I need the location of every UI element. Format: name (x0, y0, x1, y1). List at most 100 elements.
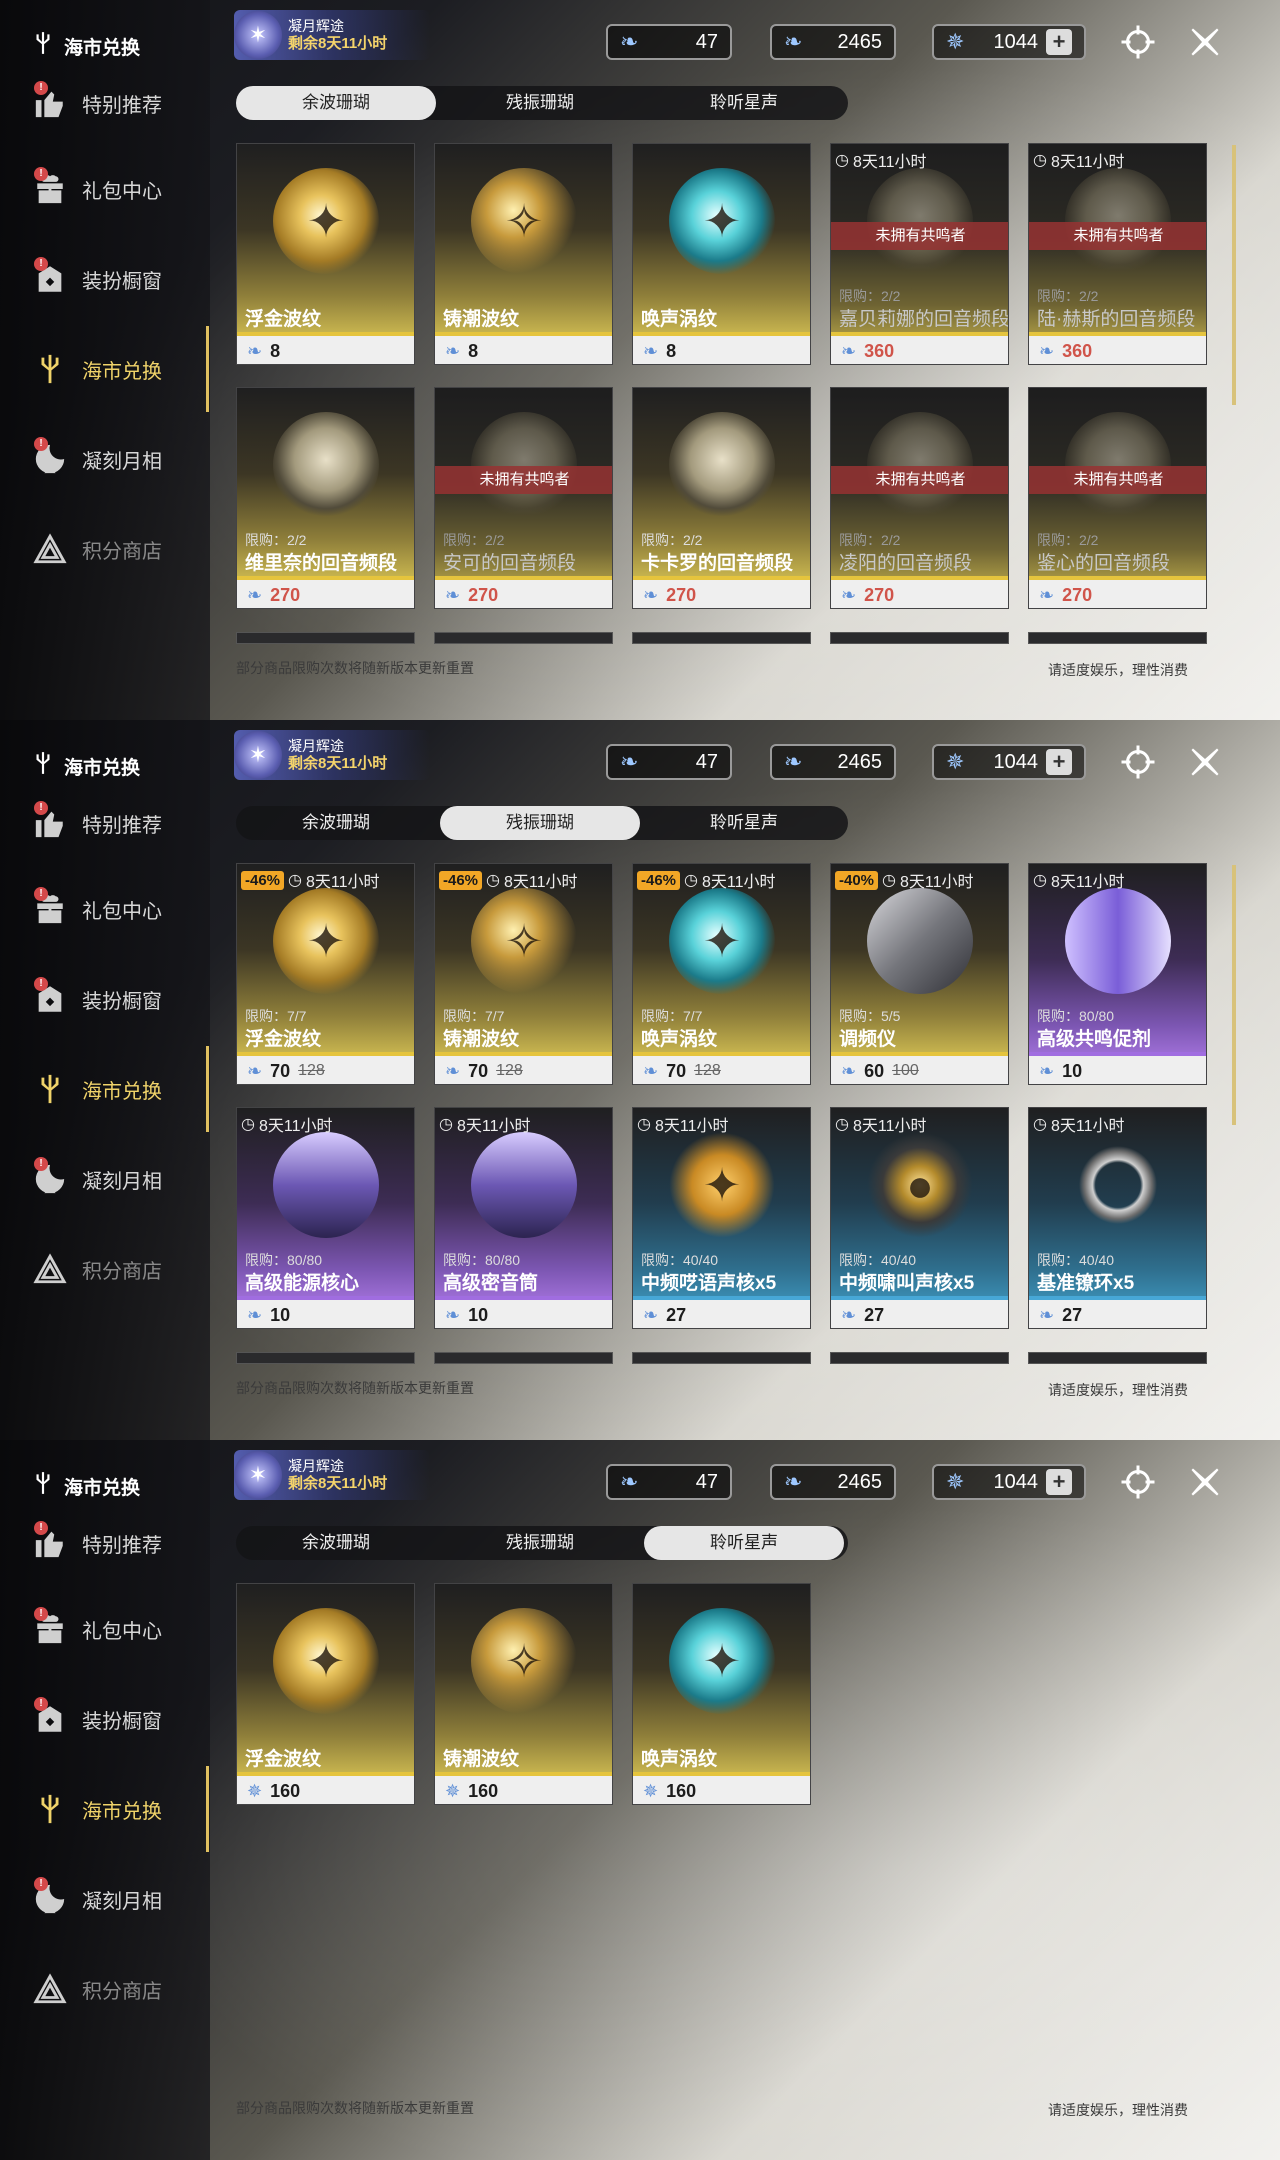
shop-item-card[interactable]: -40% ◷ 8天11小时 限购：5/5 调频仪 ❧ 60 100 (830, 863, 1009, 1085)
not-owned-ribbon: 未拥有共鸣者 (1029, 222, 1206, 250)
event-banner[interactable]: ✶ 凝月辉途 剩余8天11小时 (234, 730, 430, 780)
shop-item-card[interactable]: ◷ 8天11小时 限购：80/80 高级能源核心 ❧ 10 (236, 1107, 415, 1329)
crosshair-button[interactable] (1118, 744, 1158, 784)
item-name: 唤声涡纹 (641, 1749, 718, 1770)
shop-item-card[interactable]: ◷ 8天11小时 未拥有共鸣者 限购：2/2 陆·赫斯的回音频段 ❧ 360 (1028, 143, 1207, 365)
sidebar-item-4[interactable]: 海市兑换 (0, 334, 210, 404)
sidebar-item-5[interactable]: ! 凝刻月相 (0, 424, 210, 494)
shop-item-card[interactable]: ✦ 浮金波纹 ✵ 160 (236, 1583, 415, 1805)
sidebar-item-2[interactable]: ! 礼包中心 (0, 874, 210, 944)
sidebar: 海市兑换! 特别推荐! 礼包中心! 装扮橱窗 海市兑换! 凝刻月相 积分商店 (0, 0, 210, 720)
crosshair-icon (1120, 744, 1156, 785)
sidebar-item-1[interactable]: ! 特别推荐 (0, 68, 210, 138)
sidebar-item-5[interactable]: ! 凝刻月相 (0, 1144, 210, 1214)
next-row-card[interactable] (830, 1352, 1009, 1364)
shop-screen-2: 海市兑换! 特别推荐! 礼包中心! 装扮橱窗 海市兑换! 凝刻月相 积分商店 ✶ 凝月辉途 剩余8… (0, 720, 1280, 1440)
event-remaining: 剩余8天11小时 (288, 1475, 388, 1492)
sidebar-item-2[interactable]: ! 礼包中心 (0, 1594, 210, 1664)
next-row-card[interactable] (632, 1352, 811, 1364)
sidebar-item-3[interactable]: ! 装扮橱窗 (0, 1684, 210, 1754)
shop-item-card[interactable]: 未拥有共鸣者 限购：2/2 鉴心的回音频段 ❧ 270 (1028, 387, 1207, 609)
tab-3[interactable]: 聆听星声 (644, 806, 844, 840)
shop-item-card[interactable]: ◷ 8天11小时 限购：40/40 基准镣环x5 ❧ 27 (1028, 1107, 1207, 1329)
event-banner[interactable]: ✶ 凝月辉途 剩余8天11小时 (234, 10, 430, 60)
close-button[interactable] (1185, 744, 1225, 784)
tab-1[interactable]: 余波珊瑚 (236, 1526, 436, 1560)
add-currency-button[interactable]: + (1046, 1469, 1072, 1495)
sidebar-item-4[interactable]: 海市兑换 (0, 1054, 210, 1124)
sidebar-item-2[interactable]: ! 礼包中心 (0, 154, 210, 224)
tab-3[interactable]: 聆听星声 (644, 1526, 844, 1560)
tab-bar: 余波珊瑚 残振珊瑚 聆听星声 (236, 1526, 848, 1560)
next-row-card[interactable] (434, 1352, 613, 1364)
purchase-limit: 限购：2/2 (839, 532, 901, 548)
shop-item-card[interactable]: ✦ -46% ◷ 8天11小时 限购：7/7 唤声涡纹 ❧ 70 128 (632, 863, 811, 1085)
price-value: 270 (1062, 584, 1093, 605)
shop-item-card[interactable]: 未拥有共鸣者 限购：2/2 凌阳的回音频段 ❧ 270 (830, 387, 1009, 609)
scrollbar[interactable] (1232, 145, 1236, 405)
item-glyph-icon: ✧ (504, 1635, 544, 1687)
shop-item-card[interactable]: ◷ 8天11小时 限购：80/80 高级共鸣促剂 ❧ 10 (1028, 863, 1207, 1085)
sidebar-item-6[interactable]: 积分商店 (0, 1234, 210, 1304)
next-row-card[interactable] (632, 632, 811, 644)
price-value: 27 (864, 1304, 885, 1325)
item-price: ✵ 160 (633, 1776, 810, 1804)
shop-item-card[interactable]: ✧ 铸潮波纹 ✵ 160 (434, 1583, 613, 1805)
shop-item-card[interactable]: ✧ 铸潮波纹 ❧ 8 (434, 143, 613, 365)
oscillated-coral-icon: ❧ (784, 1469, 803, 1494)
astrite-icon: ✵ (247, 1780, 263, 1801)
sidebar-item-1[interactable]: ! 特别推荐 (0, 788, 210, 858)
currency-2: ❧ 2465 (770, 24, 896, 60)
item-price: ❧ 70 128 (633, 1056, 810, 1084)
item-timer: ◷ 8天11小时 (637, 1112, 728, 1136)
next-row-card[interactable] (236, 1352, 415, 1364)
currency-3: ✵ 1044 + (932, 1464, 1086, 1500)
purchase-limit: 限购：2/2 (839, 288, 901, 304)
close-button[interactable] (1185, 1464, 1225, 1504)
sidebar-item-5[interactable]: ! 凝刻月相 (0, 1864, 210, 1934)
next-row-card[interactable] (1028, 1352, 1207, 1364)
tab-2[interactable]: 残振珊瑚 (440, 1526, 640, 1560)
next-row-card[interactable] (830, 632, 1009, 644)
shop-item-card[interactable]: 限购：2/2 维里奈的回音频段 ❧ 270 (236, 387, 415, 609)
item-image: ✦ (273, 1608, 379, 1714)
crosshair-button[interactable] (1118, 1464, 1158, 1504)
sidebar-item-6[interactable]: 积分商店 (0, 1954, 210, 2024)
tab-2[interactable]: 残振珊瑚 (440, 806, 640, 840)
add-currency-button[interactable]: + (1046, 749, 1072, 775)
sidebar: 海市兑换! 特别推荐! 礼包中心! 装扮橱窗 海市兑换! 凝刻月相 积分商店 (0, 720, 210, 1440)
not-owned-ribbon: 未拥有共鸣者 (1029, 466, 1206, 494)
event-banner[interactable]: ✶ 凝月辉途 剩余8天11小时 (234, 1450, 430, 1500)
tab-2[interactable]: 残振珊瑚 (440, 86, 640, 120)
shop-item-card[interactable]: 限购：2/2 卡卡罗的回音频段 ❧ 270 (632, 387, 811, 609)
currency-amount: 2465 (838, 751, 883, 774)
shop-item-card[interactable]: ● ◷ 8天11小时 限购：40/40 中频啸叫声核x5 ❧ 27 (830, 1107, 1009, 1329)
next-row-card[interactable] (434, 632, 613, 644)
coral-icon: ❧ (841, 1304, 857, 1325)
sidebar-item-3[interactable]: ! 装扮橱窗 (0, 244, 210, 314)
crosshair-button[interactable] (1118, 24, 1158, 64)
next-row-card[interactable] (236, 632, 415, 644)
scrollbar[interactable] (1232, 865, 1236, 1125)
tab-1[interactable]: 余波珊瑚 (236, 806, 436, 840)
shop-item-card[interactable]: ◷ 8天11小时 未拥有共鸣者 限购：2/2 嘉贝莉娜的回音频段 ❧ 360 (830, 143, 1009, 365)
shop-item-card[interactable]: ✦ ◷ 8天11小时 限购：40/40 中频呓语声核x5 ❧ 27 (632, 1107, 811, 1329)
add-currency-button[interactable]: + (1046, 29, 1072, 55)
tab-1[interactable]: 余波珊瑚 (236, 86, 436, 120)
next-row-card[interactable] (1028, 632, 1207, 644)
shop-item-card[interactable]: ✧ -46% ◷ 8天11小时 限购：7/7 铸潮波纹 ❧ 70 128 (434, 863, 613, 1085)
close-button[interactable] (1185, 24, 1225, 64)
shop-item-card[interactable]: ✦ 唤声涡纹 ✵ 160 (632, 1583, 811, 1805)
shop-item-card[interactable]: 未拥有共鸣者 限购：2/2 安可的回音频段 ❧ 270 (434, 387, 613, 609)
coral-icon (30, 1069, 70, 1109)
item-name: 铸潮波纹 (443, 1749, 520, 1770)
sidebar-item-1[interactable]: ! 特别推荐 (0, 1508, 210, 1578)
shop-item-card[interactable]: ✦ 唤声涡纹 ❧ 8 (632, 143, 811, 365)
sidebar-item-6[interactable]: 积分商店 (0, 514, 210, 584)
shop-item-card[interactable]: ✦ -46% ◷ 8天11小时 限购：7/7 浮金波纹 ❧ 70 128 (236, 863, 415, 1085)
sidebar-item-4[interactable]: 海市兑换 (0, 1774, 210, 1844)
shop-item-card[interactable]: ✦ 浮金波纹 ❧ 8 (236, 143, 415, 365)
shop-item-card[interactable]: ◷ 8天11小时 限购：80/80 高级密音筒 ❧ 10 (434, 1107, 613, 1329)
tab-3[interactable]: 聆听星声 (644, 86, 844, 120)
sidebar-item-3[interactable]: ! 装扮橱窗 (0, 964, 210, 1034)
